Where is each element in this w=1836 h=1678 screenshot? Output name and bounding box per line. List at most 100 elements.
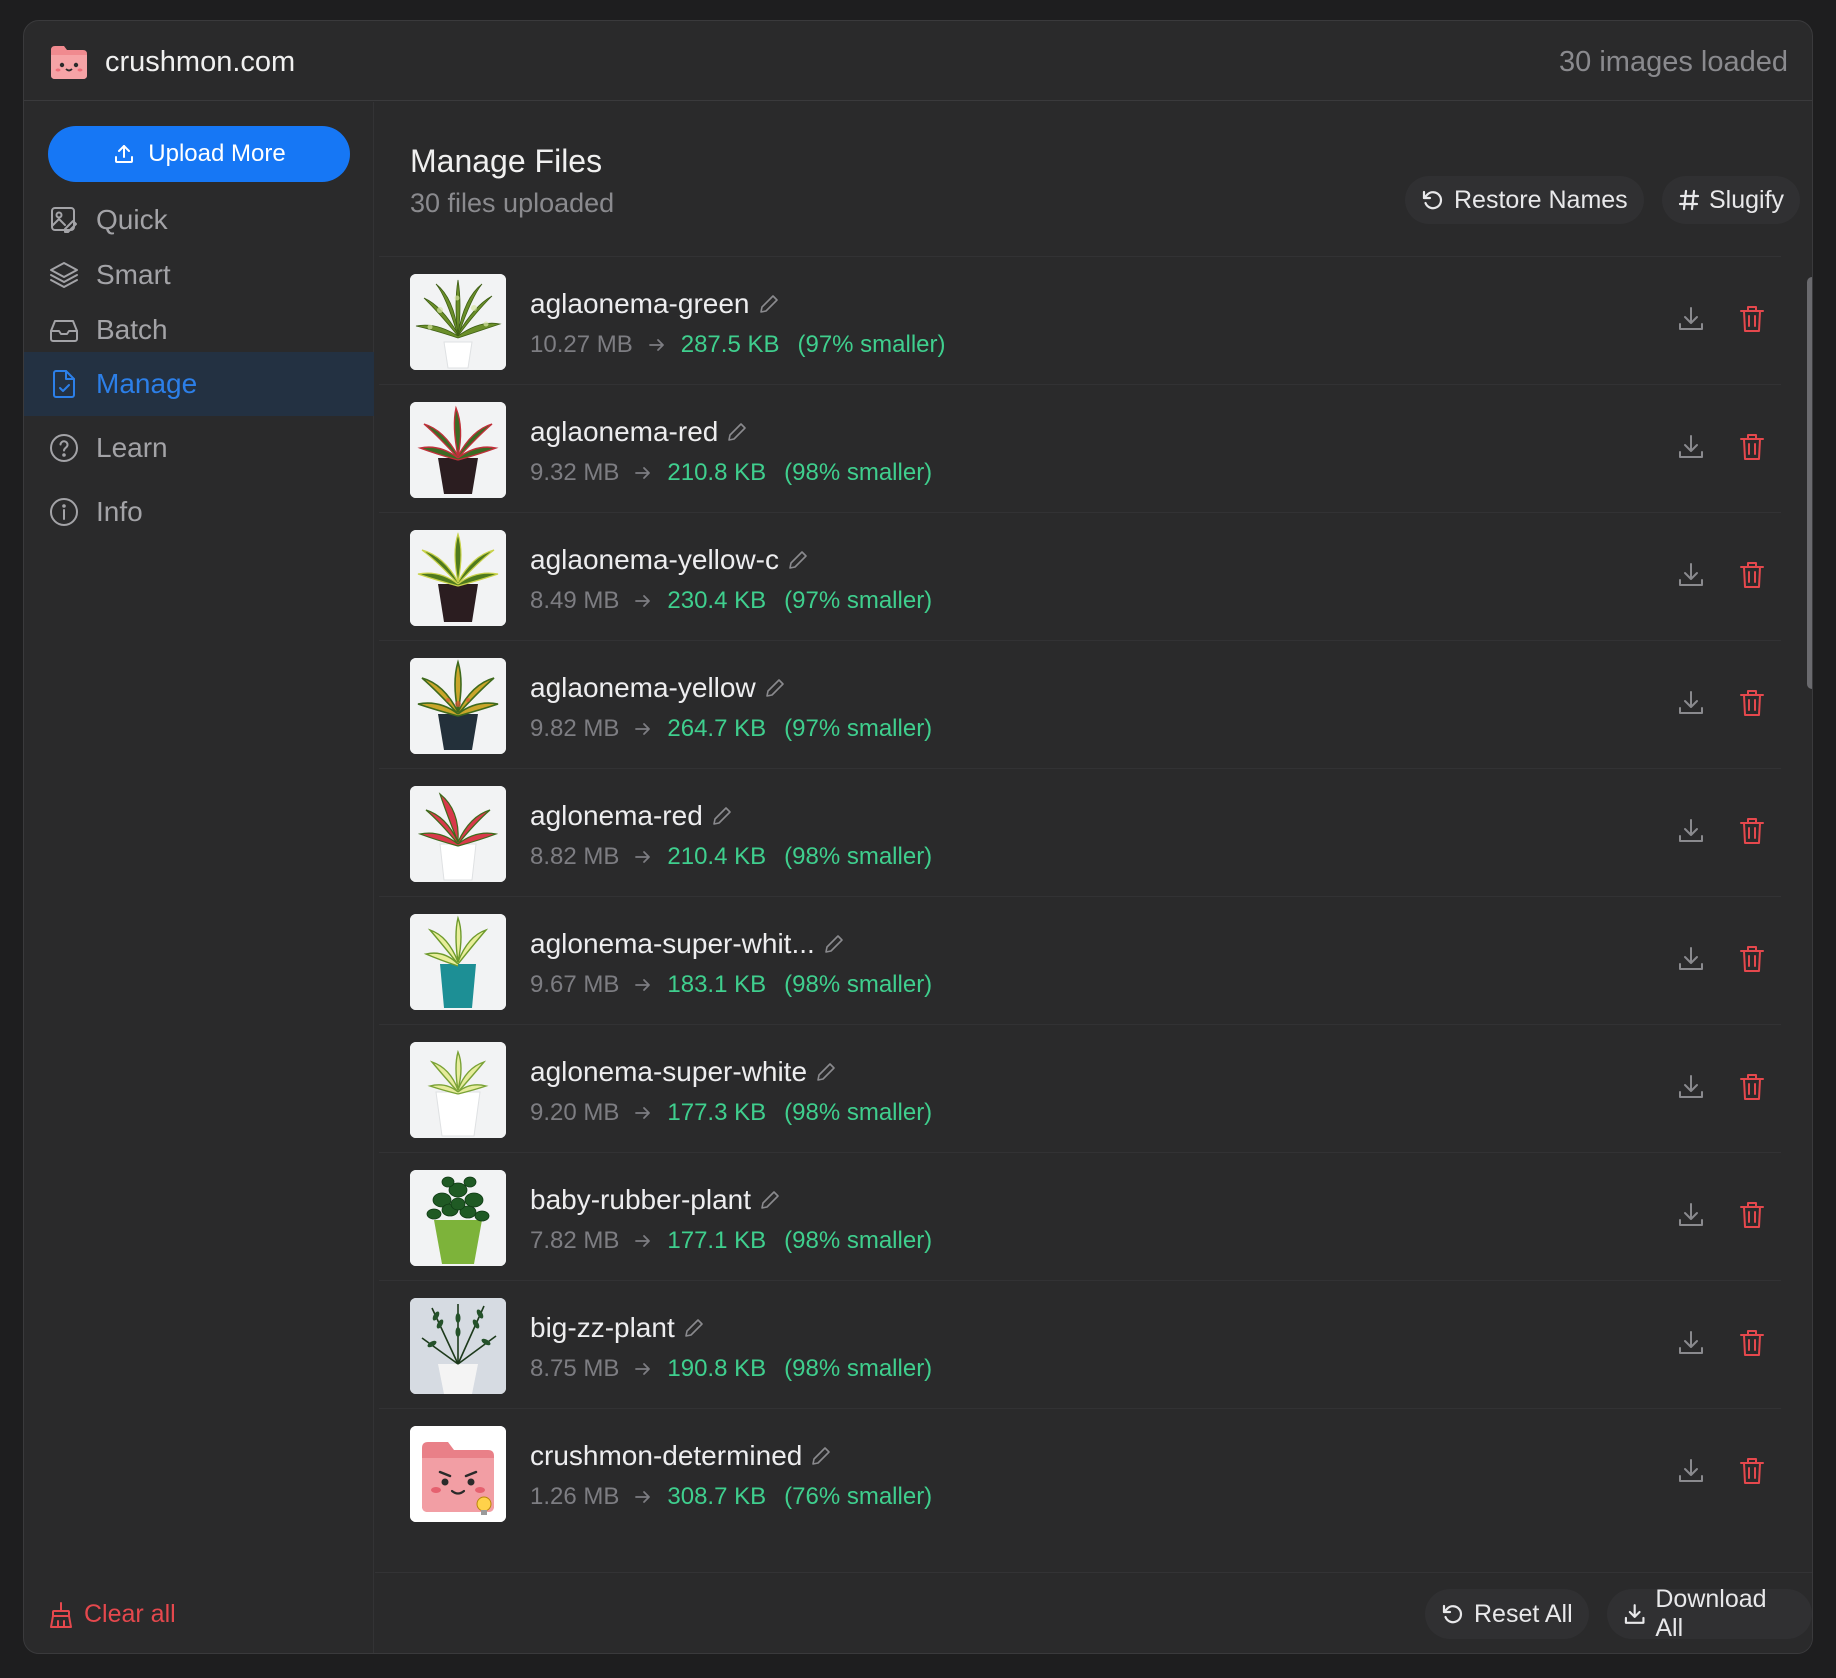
file-thumbnail (410, 274, 506, 370)
arrow-right-icon (635, 1235, 651, 1247)
original-size: 10.27 MB (530, 331, 633, 358)
trash-icon[interactable] (1738, 304, 1766, 334)
clear-all-button[interactable]: Clear all (48, 1600, 176, 1629)
pencil-icon[interactable] (726, 421, 748, 443)
upload-more-button[interactable]: Upload More (48, 126, 350, 182)
trash-icon[interactable] (1738, 1328, 1766, 1358)
download-icon[interactable] (1676, 1072, 1706, 1102)
file-thumbnail (410, 1042, 506, 1138)
download-icon[interactable] (1676, 688, 1706, 718)
sidebar-item-label: Quick (96, 204, 168, 235)
slugify-label: Slugify (1709, 185, 1785, 214)
sidebar-item-label: Smart (96, 259, 171, 290)
trash-icon[interactable] (1738, 1072, 1766, 1102)
file-sizes: 9.20 MB 177.3 KB (98% smaller) (530, 1098, 932, 1128)
trash-icon[interactable] (1738, 816, 1766, 846)
sidebar-item-learn[interactable]: Learn (24, 416, 374, 480)
trash-icon[interactable] (1738, 432, 1766, 462)
file-row: baby-rubber-plant 7.82 MB 177.1 KB (98% … (379, 1152, 1781, 1280)
download-all-button[interactable]: Download All (1607, 1585, 1812, 1642)
file-manage-icon (53, 370, 75, 398)
download-icon[interactable] (1676, 1328, 1706, 1358)
compressed-size: 287.5 KB (680, 331, 780, 358)
slugify-button[interactable]: Slugify (1662, 176, 1801, 224)
image-edit-icon (51, 207, 77, 233)
download-icon[interactable] (1676, 304, 1706, 334)
file-sizes: 8.82 MB 210.4 KB (98% smaller) (530, 842, 932, 872)
pencil-icon[interactable] (787, 549, 809, 571)
file-sizes: 8.49 MB 230.4 KB (97% smaller) (530, 586, 932, 616)
broom-icon (50, 1601, 72, 1628)
trash-icon[interactable] (1738, 688, 1766, 718)
download-icon[interactable] (1676, 432, 1706, 462)
savings-percent: (98% smaller) (784, 1355, 933, 1382)
file-row: aglonema-super-white 9.20 MB 177.3 KB (9… (379, 1024, 1781, 1152)
title-bar: crushmon.com 30 images loaded (24, 21, 1812, 101)
file-name-text: crushmon-determined (530, 1440, 803, 1471)
plant-thumbnail-image (410, 786, 506, 882)
main-panel: Manage Files 30 files uploaded Restore N… (375, 102, 1812, 1653)
file-thumbnail (410, 658, 506, 754)
arrow-right-icon (635, 1107, 651, 1119)
crushmon-logo-icon (51, 46, 87, 79)
savings-percent: (98% smaller) (784, 1099, 933, 1126)
download-icon[interactable] (1676, 816, 1706, 846)
pencil-icon[interactable] (683, 1317, 705, 1339)
original-size: 9.67 MB (530, 971, 620, 998)
file-row: big-zz-plant 8.75 MB 190.8 KB (98% small… (379, 1280, 1781, 1408)
trash-icon[interactable] (1738, 1456, 1766, 1486)
footer-bar: Reset All Download All (375, 1572, 1812, 1653)
download-icon[interactable] (1676, 1456, 1706, 1486)
page-subtitle: 30 files uploaded (410, 188, 615, 218)
app-window: crushmon.com 30 images loaded Upload Mor… (23, 20, 1813, 1654)
restore-names-button[interactable]: Restore Names (1405, 176, 1644, 224)
rotate-ccw-icon (1422, 190, 1443, 210)
download-icon[interactable] (1676, 1200, 1706, 1230)
pencil-icon[interactable] (815, 1061, 837, 1083)
pencil-icon[interactable] (810, 1445, 832, 1467)
file-name: crushmon-determined (530, 1439, 832, 1473)
compressed-size: 190.8 KB (667, 1355, 767, 1382)
download-all-label: Download All (1655, 1585, 1767, 1642)
compressed-size: 177.3 KB (667, 1099, 767, 1126)
plant-thumbnail-image (410, 530, 506, 626)
download-icon[interactable] (1676, 560, 1706, 590)
trash-icon[interactable] (1738, 560, 1766, 590)
rotate-ccw-icon (1442, 1604, 1463, 1624)
file-name: aglaonema-yellow (530, 671, 786, 705)
list-scrollbar[interactable] (1807, 277, 1812, 689)
page-title: Manage Files (410, 143, 603, 179)
plant-thumbnail-image (410, 1298, 506, 1394)
file-sizes: 7.82 MB 177.1 KB (98% smaller) (530, 1226, 932, 1256)
original-size: 8.82 MB (530, 843, 620, 870)
info-icon (50, 498, 78, 526)
pencil-icon[interactable] (759, 1189, 781, 1211)
trash-icon[interactable] (1738, 944, 1766, 974)
arrow-right-icon (635, 1363, 651, 1375)
download-icon (1624, 1604, 1645, 1624)
savings-percent: (98% smaller) (784, 971, 933, 998)
clear-all-label: Clear all (84, 1600, 176, 1628)
file-name: aglaonema-yellow-c (530, 543, 809, 577)
plant-thumbnail-image (410, 274, 506, 370)
original-size: 1.26 MB (530, 1483, 620, 1510)
download-icon[interactable] (1676, 944, 1706, 974)
compressed-size: 177.1 KB (667, 1227, 767, 1254)
savings-percent: (97% smaller) (784, 587, 933, 614)
reset-all-button[interactable]: Reset All (1425, 1589, 1589, 1639)
upload-icon (115, 145, 134, 163)
plant-thumbnail-image (410, 914, 506, 1010)
file-sizes: 9.67 MB 183.1 KB (98% smaller) (530, 970, 932, 1000)
trash-icon[interactable] (1738, 1200, 1766, 1230)
pencil-icon[interactable] (764, 677, 786, 699)
savings-percent: (76% smaller) (784, 1483, 933, 1510)
pencil-icon[interactable] (711, 805, 733, 827)
file-row: aglaonema-yellow-c 8.49 MB 230.4 KB (97%… (379, 512, 1781, 640)
plant-thumbnail-image (410, 1170, 506, 1266)
pencil-icon[interactable] (758, 293, 780, 315)
sidebar-item-label: Info (96, 496, 143, 527)
sidebar-item-info[interactable]: Info (24, 480, 374, 544)
pencil-icon[interactable] (823, 933, 845, 955)
sidebar-item-manage[interactable]: Manage (24, 352, 374, 416)
compressed-size: 230.4 KB (667, 587, 767, 614)
